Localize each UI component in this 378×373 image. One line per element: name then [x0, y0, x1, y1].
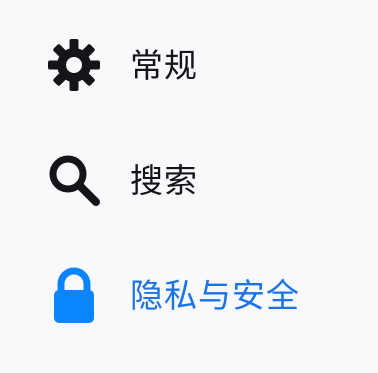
settings-sidebar: 常规 搜索 隐私与安全 [0, 0, 378, 373]
sidebar-item-search[interactable]: 搜索 [44, 148, 198, 212]
gear-icon [44, 33, 114, 97]
sidebar-item-label: 搜索 [130, 160, 198, 200]
search-icon [44, 148, 114, 212]
lock-icon [44, 263, 114, 327]
sidebar-item-label: 常规 [130, 45, 198, 85]
sidebar-item-privacy[interactable]: 隐私与安全 [44, 263, 300, 327]
sidebar-item-general[interactable]: 常规 [44, 33, 198, 97]
sidebar-item-label: 隐私与安全 [130, 275, 300, 315]
